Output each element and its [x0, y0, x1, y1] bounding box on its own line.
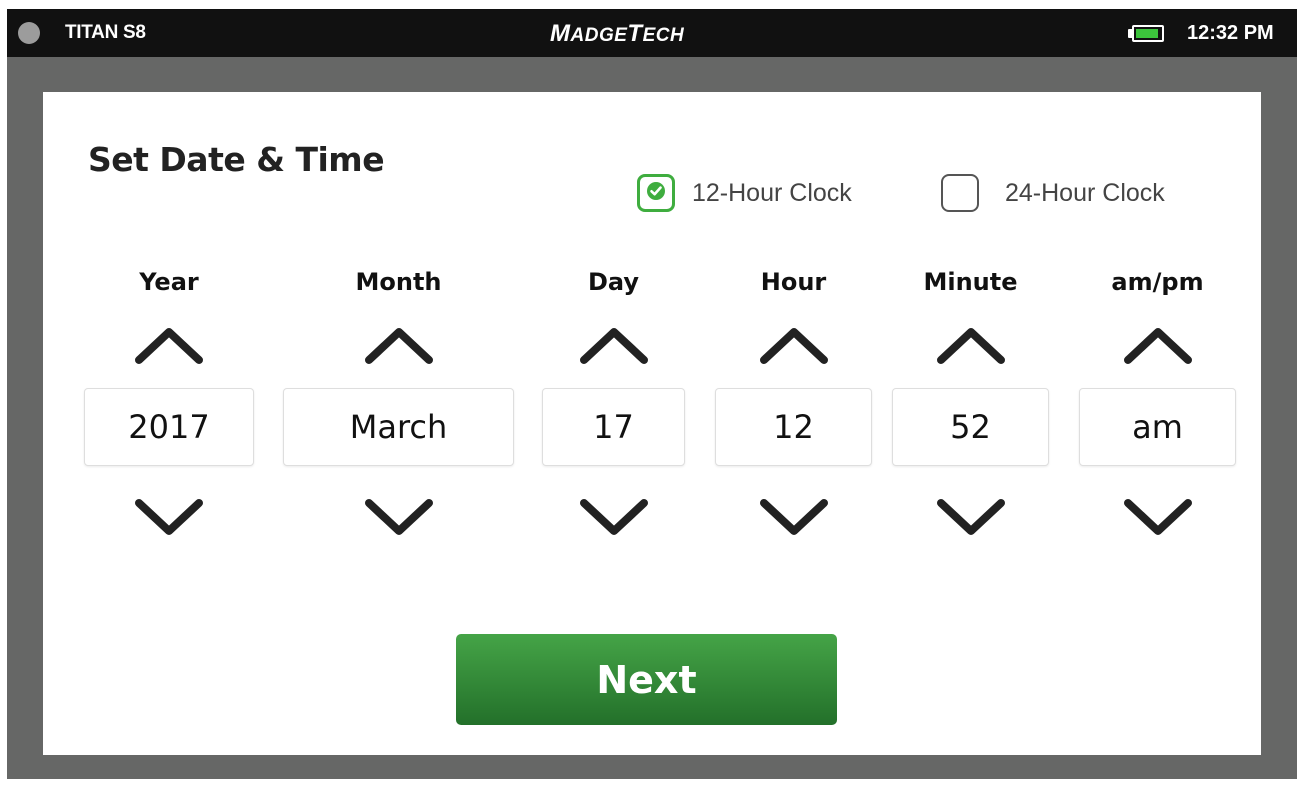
field-label: Month: [355, 268, 442, 296]
chevron-up-icon[interactable]: [758, 324, 830, 368]
checkbox-checked-icon[interactable]: [637, 174, 675, 212]
chevron-down-icon[interactable]: [935, 495, 1007, 539]
brand-letters: ECH: [642, 25, 685, 46]
chevron-up-icon[interactable]: [133, 324, 205, 368]
chevron-up-icon[interactable]: [578, 324, 650, 368]
chevron-up-icon[interactable]: [1122, 324, 1194, 368]
brand-letters: ADGE: [570, 25, 628, 46]
next-button[interactable]: Next: [456, 634, 837, 725]
clock-format-24-hour[interactable]: 24-Hour Clock: [941, 172, 1165, 214]
clock-format-label: 24-Hour Clock: [1005, 178, 1165, 207]
clock-format-label: 12-Hour Clock: [692, 178, 852, 207]
brand-logo: MADGETECH: [550, 20, 684, 48]
page-title: Set Date & Time: [88, 140, 385, 179]
device-frame: TITAN S8 MADGETECH 12:32 PM Set Date & T…: [7, 9, 1297, 779]
checkmark-icon: [647, 182, 665, 200]
chevron-down-icon[interactable]: [578, 495, 650, 539]
battery-body: [1132, 25, 1164, 42]
chevron-down-icon[interactable]: [1122, 495, 1194, 539]
year-value[interactable]: 2017: [84, 388, 254, 466]
day-value[interactable]: 17: [542, 388, 685, 466]
chevron-down-icon[interactable]: [133, 495, 205, 539]
minute-value[interactable]: 52: [892, 388, 1049, 466]
battery-fill: [1136, 29, 1158, 38]
am-pm-value[interactable]: am: [1079, 388, 1236, 466]
field-label: Minute: [923, 268, 1018, 296]
status-time: 12:32 PM: [1187, 22, 1274, 44]
field-label: Year: [139, 268, 199, 296]
settings-panel: Set Date & Time 12-Hour Clock 24-Hour Cl…: [43, 92, 1261, 755]
status-indicator-icon: [18, 22, 40, 44]
chevron-up-icon[interactable]: [935, 324, 1007, 368]
month-value[interactable]: March: [283, 388, 514, 466]
device-name: TITAN S8: [65, 22, 146, 43]
chevron-up-icon[interactable]: [363, 324, 435, 368]
chevron-down-icon[interactable]: [758, 495, 830, 539]
clock-format-12-hour[interactable]: 12-Hour Clock: [637, 172, 852, 214]
status-bar: TITAN S8 MADGETECH 12:32 PM: [7, 9, 1297, 57]
hour-value[interactable]: 12: [715, 388, 872, 466]
field-label: Day: [587, 268, 640, 296]
battery-icon: [1128, 25, 1164, 42]
field-label: am/pm: [1111, 268, 1204, 296]
brand-letter: M: [550, 20, 571, 47]
field-label: Hour: [760, 268, 827, 296]
chevron-down-icon[interactable]: [363, 495, 435, 539]
checkbox-unchecked-icon[interactable]: [941, 174, 979, 212]
brand-letter: T: [627, 20, 643, 47]
